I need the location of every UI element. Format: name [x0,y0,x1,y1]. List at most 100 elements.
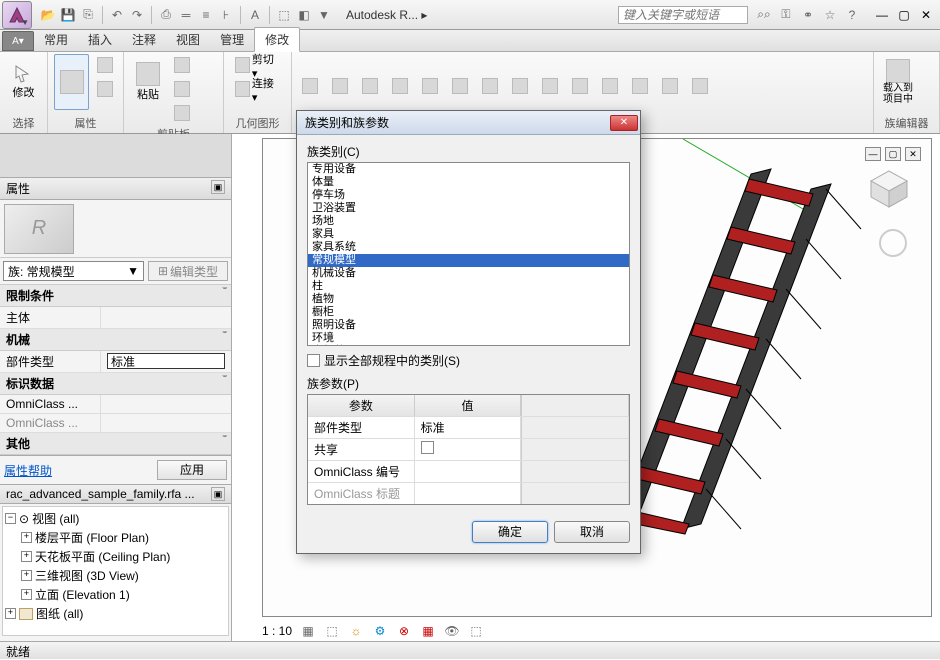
category-item[interactable]: 橱柜 [308,306,629,319]
category-item[interactable]: 停车场 [308,189,629,202]
tab-manage[interactable]: 管理 [210,28,254,51]
tool-icon[interactable] [328,75,352,97]
key-icon[interactable]: ⚿ [778,7,794,23]
collapse-icon[interactable]: − [5,513,16,524]
favorite-icon[interactable]: ☆ [822,7,838,23]
redo-icon[interactable]: ↷ [129,7,145,23]
cut-button[interactable] [170,54,194,76]
match-button[interactable] [170,102,194,124]
tool-icon[interactable] [298,75,322,97]
tool-icon[interactable] [358,75,382,97]
show-all-checkbox[interactable] [307,354,320,367]
tool-icon[interactable] [418,75,442,97]
search-input[interactable] [618,6,748,24]
family-type-selector[interactable]: 族: 常规模型▼ [3,261,144,281]
qat-dropdown-icon[interactable]: ▼ [316,7,332,23]
tab-view[interactable]: 视图 [166,28,210,51]
detail-level-icon[interactable]: ▦ [300,623,316,639]
category-item[interactable]: 场地 [308,215,629,228]
param-row[interactable]: 部件类型标准 [308,416,629,438]
hide-icon[interactable]: 👁 [444,623,460,639]
close-button[interactable]: ✕ [916,8,936,22]
measure-icon[interactable]: ═ [178,7,194,23]
align-icon[interactable]: ≡ [198,7,214,23]
tree-elevations[interactable]: 立面 (Elevation 1) [35,586,130,603]
param-omni1-value[interactable] [100,395,231,413]
expand-icon[interactable]: + [21,551,32,562]
category-item[interactable]: 常规模型 [308,254,629,267]
category-item[interactable]: 柱 [308,280,629,293]
group-mechanical[interactable]: 机械ˇˇ [0,329,231,351]
tool-icon[interactable] [388,75,412,97]
paste-button[interactable]: 粘贴 [130,54,166,110]
param-row[interactable]: OmniClass 标题 [308,482,629,504]
palette-close-icon[interactable]: ▣ [211,180,225,194]
copy-button[interactable] [170,78,194,100]
category-item[interactable]: 专用设备 [308,163,629,176]
param-row[interactable]: 共享 [308,438,629,460]
ribbon-collapse-button[interactable]: A▾ [2,31,34,51]
properties-help-link[interactable]: 属性帮助 [4,462,52,479]
sun-path-icon[interactable]: ☼ [348,623,364,639]
category-item[interactable]: 机械设备 [308,267,629,280]
visual-style-icon[interactable]: ⬚ [324,623,340,639]
tree-views[interactable]: 视图 (all) [32,510,79,527]
tab-insert[interactable]: 插入 [78,28,122,51]
tool-icon[interactable] [478,75,502,97]
scale-display[interactable]: 1 : 10 [262,624,292,638]
param-host-value[interactable] [100,307,231,328]
open-icon[interactable]: 📂 [40,7,56,23]
category-item[interactable]: 植物 [308,293,629,306]
dim-icon[interactable]: ⊦ [218,7,234,23]
crop-region-icon[interactable]: ▦ [420,623,436,639]
inst-prop-button[interactable] [93,78,117,100]
undo-icon[interactable]: ↶ [109,7,125,23]
cut-geom-button[interactable]: 剪切 ▾ [230,54,285,76]
load-project-button[interactable]: 载入到 项目中 [880,54,916,110]
category-item[interactable]: 家具系统 [308,241,629,254]
text-icon[interactable]: A [247,7,263,23]
app-menu-button[interactable]: ▼ [2,1,32,29]
3d-icon[interactable]: ⬚ [276,7,292,23]
tool-icon[interactable] [568,75,592,97]
tool-icon[interactable] [508,75,532,97]
tree-3d-views[interactable]: 三维视图 (3D View) [35,567,139,584]
category-item[interactable]: 照明设备 [308,319,629,332]
reveal-icon[interactable]: ⬚ [468,623,484,639]
expand-icon[interactable]: + [21,570,32,581]
maximize-button[interactable]: ▢ [894,8,914,22]
crop-icon[interactable]: ⊗ [396,623,412,639]
minimize-button[interactable]: — [872,8,892,22]
tree-sheets[interactable]: 图纸 (all) [36,605,83,622]
tool-icon[interactable] [688,75,712,97]
save-icon[interactable]: 💾 [60,7,76,23]
expand-icon[interactable]: + [21,589,32,600]
expand-icon[interactable]: + [5,608,16,619]
dialog-close-button[interactable]: ✕ [610,115,638,131]
dialog-titlebar[interactable]: 族类别和族参数 ✕ [297,111,640,135]
palette-close-icon[interactable]: ▣ [211,487,225,501]
properties-button[interactable] [54,54,89,110]
modify-button[interactable]: 修改 [6,54,41,110]
person-icon[interactable]: ⚭ [800,7,816,23]
tool-icon[interactable] [448,75,472,97]
tab-annotate[interactable]: 注释 [122,28,166,51]
tab-home[interactable]: 常用 [34,28,78,51]
tool-icon[interactable] [628,75,652,97]
section-icon[interactable]: ◧ [296,7,312,23]
expand-icon[interactable]: + [21,532,32,543]
print-icon[interactable]: ⎙ [158,7,174,23]
view-close-icon[interactable]: ✕ [905,147,921,161]
help-icon[interactable]: ? [844,7,860,23]
tab-modify[interactable]: 修改 [254,27,300,52]
category-item[interactable]: 体量 [308,176,629,189]
category-listbox[interactable]: 专用设备体量停车场卫浴装置场地家具家具系统常规模型机械设备柱植物橱柜照明设备环境… [307,162,630,346]
category-item[interactable]: 环境 [308,332,629,345]
type-prop-button[interactable] [93,54,117,76]
tree-floor-plans[interactable]: 楼层平面 (Floor Plan) [35,529,149,546]
tool-icon[interactable] [538,75,562,97]
binoculars-icon[interactable]: ⌕⌕ [756,7,772,23]
shadows-icon[interactable]: ⚙ [372,623,388,639]
edit-type-button[interactable]: ⊞编辑类型 [148,261,228,281]
tool-icon[interactable] [598,75,622,97]
